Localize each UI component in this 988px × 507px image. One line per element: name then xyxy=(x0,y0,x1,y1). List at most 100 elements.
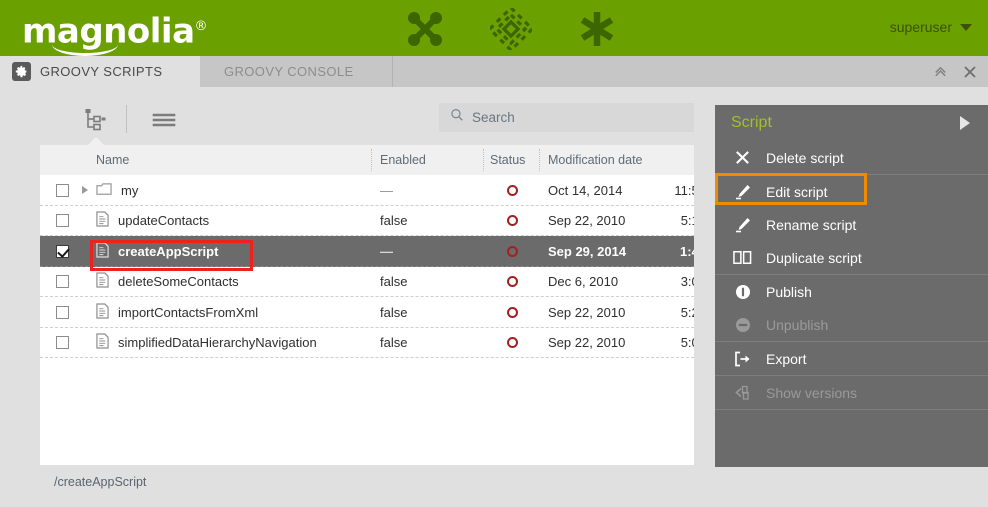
row-time: 1:42 xyxy=(654,236,694,267)
pulse-icon[interactable] xyxy=(404,8,446,50)
tab-groovy-console[interactable]: GROOVY CONSOLE xyxy=(206,56,392,87)
action-panel: Script Delete script Edit script Rename sc… xyxy=(715,105,988,467)
table-row[interactable]: my—Oct 14, 201411:50 xyxy=(40,175,694,206)
search-input[interactable] xyxy=(472,110,672,125)
scripts-table: Name Enabled Status Modification date my… xyxy=(40,145,694,465)
column-header-name[interactable]: Name xyxy=(96,145,129,175)
collapse-icon[interactable] xyxy=(933,64,948,79)
user-menu[interactable]: superuser xyxy=(890,19,972,35)
script-file-icon xyxy=(96,303,109,322)
row-name: deleteSomeContacts xyxy=(118,274,239,289)
action-export[interactable]: Export xyxy=(715,342,988,375)
action-publish[interactable]: Publish xyxy=(715,275,988,308)
row-name-cell: updateContacts xyxy=(96,206,209,237)
status-circle-icon xyxy=(507,246,518,257)
row-date: Oct 14, 2014 xyxy=(548,175,658,206)
row-date: Sep 22, 2010 xyxy=(548,297,658,328)
row-status-cell xyxy=(492,267,532,298)
row-expander-cell xyxy=(78,267,92,298)
gear-icon xyxy=(12,62,31,81)
table-row[interactable]: importContactsFromXml false Sep 22, 20105:… xyxy=(40,297,694,328)
table-body: my—Oct 14, 201411:50updateContactsfalseS… xyxy=(40,175,694,358)
row-enabled: false xyxy=(380,297,460,328)
action-label: Rename script xyxy=(766,217,856,233)
row-checkbox[interactable] xyxy=(56,214,69,227)
row-status-cell xyxy=(492,297,532,328)
status-circle-icon xyxy=(507,276,518,287)
search-box[interactable] xyxy=(439,103,694,132)
row-checkbox[interactable] xyxy=(56,306,69,319)
action-duplicate-script[interactable]: Duplicate script xyxy=(715,241,988,274)
row-checkbox-cell xyxy=(52,206,72,237)
row-enabled: — xyxy=(380,175,460,206)
row-time: 5:16 xyxy=(654,206,694,237)
row-time: 5:23 xyxy=(654,297,694,328)
tab-label: GROOVY SCRIPTS xyxy=(40,64,162,79)
action-group: Publish Unpublish xyxy=(715,275,988,342)
status-circle-icon xyxy=(507,337,518,348)
header-separator xyxy=(539,149,540,171)
asterisk-icon[interactable] xyxy=(576,8,618,50)
action-label: Publish xyxy=(766,284,812,300)
row-checkbox[interactable] xyxy=(56,245,69,258)
script-file-icon xyxy=(96,333,109,352)
row-expander-cell xyxy=(78,297,92,328)
row-status-cell xyxy=(492,236,532,267)
chevron-right-icon[interactable] xyxy=(82,186,88,194)
export-icon xyxy=(733,351,752,367)
action-label: Show versions xyxy=(766,385,857,401)
tab-bar: GROOVY SCRIPTS GROOVY CONSOLE xyxy=(0,56,988,87)
unpublish-icon xyxy=(733,317,752,333)
action-edit-script[interactable]: Edit script xyxy=(715,175,988,208)
chevron-right-icon[interactable] xyxy=(960,116,970,130)
row-enabled: false xyxy=(380,328,460,359)
action-group: Edit script Rename script Duplicate script xyxy=(715,175,988,275)
row-date: Dec 6, 2010 xyxy=(548,267,658,298)
row-name: simplifiedDataHierarchyNavigation xyxy=(118,335,317,350)
magnolia-logo[interactable]: magnolia® xyxy=(22,7,207,51)
row-checkbox[interactable] xyxy=(56,336,69,349)
tree-view-button[interactable] xyxy=(72,95,120,145)
row-date: Sep 22, 2010 xyxy=(548,328,658,359)
list-view-button[interactable] xyxy=(140,95,188,145)
table-row[interactable]: createAppScript—Sep 29, 20141:42 xyxy=(40,236,694,267)
row-status-cell xyxy=(492,175,532,206)
search-icon xyxy=(450,108,464,127)
action-rename-script[interactable]: Rename script xyxy=(715,208,988,241)
column-header-status[interactable]: Status xyxy=(490,145,530,175)
close-icon[interactable] xyxy=(962,64,978,80)
chevron-down-icon xyxy=(960,24,972,31)
action-label: Unpublish xyxy=(766,317,828,333)
row-checkbox-cell xyxy=(52,267,72,298)
action-group: Delete script xyxy=(715,141,988,175)
row-name: importContactsFromXml xyxy=(118,305,258,320)
row-name-cell: deleteSomeContacts xyxy=(96,267,239,298)
row-name-cell: createAppScript xyxy=(96,236,218,267)
action-panel-header: Script xyxy=(715,105,988,141)
action-label: Edit script xyxy=(766,184,827,200)
header-app-icons xyxy=(404,8,618,50)
table-row[interactable]: updateContactsfalseSep 22, 20105:16 xyxy=(40,206,694,237)
header-separator xyxy=(371,149,372,171)
logo-registered-mark: ® xyxy=(195,19,208,34)
row-enabled: false xyxy=(380,267,460,298)
column-header-enabled[interactable]: Enabled xyxy=(380,145,460,175)
table-row[interactable]: simplifiedDataHierarchyNavigation false Se… xyxy=(40,328,694,359)
row-expander-cell xyxy=(78,206,92,237)
row-status-cell xyxy=(492,328,532,359)
row-name-cell: simplifiedDataHierarchyNavigation xyxy=(96,328,317,359)
script-file-icon xyxy=(96,272,109,291)
table-row[interactable]: deleteSomeContactsfalseDec 6, 20103:05 xyxy=(40,267,694,298)
column-header-modification-date[interactable]: Modification date xyxy=(548,145,694,175)
action-delete-script[interactable]: Delete script xyxy=(715,141,988,174)
pencil-icon xyxy=(733,216,752,233)
tab-groovy-scripts[interactable]: GROOVY SCRIPTS xyxy=(0,56,200,87)
diamond-icon[interactable] xyxy=(490,8,532,50)
row-enabled: — xyxy=(380,236,460,267)
row-name: my xyxy=(121,183,138,198)
pencil-icon xyxy=(733,183,752,200)
row-checkbox[interactable] xyxy=(56,184,69,197)
row-checkbox[interactable] xyxy=(56,275,69,288)
tab-label: GROOVY CONSOLE xyxy=(224,64,354,79)
logo-swash xyxy=(52,44,118,56)
